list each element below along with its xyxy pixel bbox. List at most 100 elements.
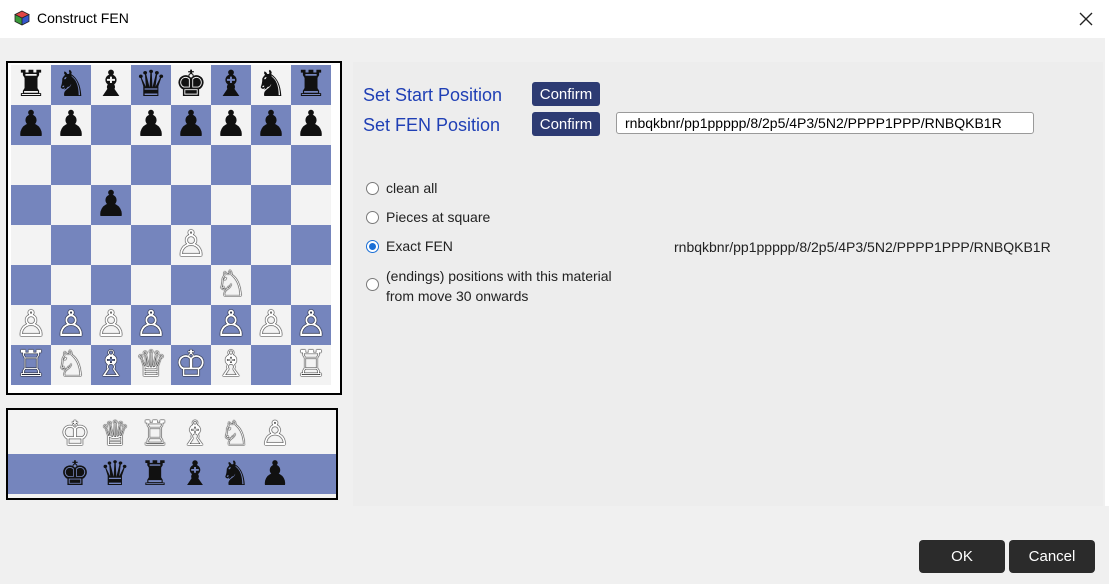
radio-button[interactable] (366, 278, 379, 291)
close-button[interactable] (1063, 0, 1109, 38)
square-a5[interactable] (11, 185, 51, 225)
white-palette-piece[interactable]: ♘ (215, 414, 255, 454)
square-b8[interactable]: ♞ (51, 65, 91, 105)
fen-input[interactable] (616, 112, 1034, 134)
square-e7[interactable]: ♟ (171, 105, 211, 145)
square-a1[interactable]: ♖ (11, 345, 51, 385)
square-g7[interactable]: ♟ (251, 105, 291, 145)
square-e1[interactable]: ♔ (171, 345, 211, 385)
square-c2[interactable]: ♙ (91, 305, 131, 345)
square-b3[interactable] (51, 265, 91, 305)
square-e4[interactable]: ♙ (171, 225, 211, 265)
square-e5[interactable] (171, 185, 211, 225)
white-piece-palette: ♔ ♕ ♖ ♗ ♘ ♙ (8, 414, 336, 454)
square-a3[interactable] (11, 265, 51, 305)
square-a4[interactable] (11, 225, 51, 265)
square-a2[interactable]: ♙ (11, 305, 51, 345)
square-f2[interactable]: ♙ (211, 305, 251, 345)
square-c8[interactable]: ♝ (91, 65, 131, 105)
square-h8[interactable]: ♜ (291, 65, 331, 105)
square-c7[interactable] (91, 105, 131, 145)
square-c4[interactable] (91, 225, 131, 265)
square-a8[interactable]: ♜ (11, 65, 51, 105)
white-palette-piece[interactable]: ♗ (175, 414, 215, 454)
square-e6[interactable] (171, 145, 211, 185)
square-a7[interactable]: ♟ (11, 105, 51, 145)
square-g6[interactable] (251, 145, 291, 185)
white-palette-piece[interactable]: ♔ (55, 414, 95, 454)
square-h6[interactable] (291, 145, 331, 185)
square-h3[interactable] (291, 265, 331, 305)
white-palette-piece[interactable]: ♕ (95, 414, 135, 454)
option-label: (endings) positions with this material f… (386, 268, 612, 304)
square-b1[interactable]: ♘ (51, 345, 91, 385)
square-g2[interactable]: ♙ (251, 305, 291, 345)
square-d6[interactable] (131, 145, 171, 185)
black-palette-piece[interactable]: ♟ (255, 454, 295, 494)
square-c6[interactable] (91, 145, 131, 185)
square-c1[interactable]: ♗ (91, 345, 131, 385)
confirm-start-button[interactable]: Confirm (532, 82, 600, 106)
cancel-button[interactable]: Cancel (1009, 540, 1095, 573)
cube-icon (14, 10, 30, 26)
black-piece-palette: ♚ ♛ ♜ ♝ ♞ ♟ (8, 454, 336, 494)
square-b2[interactable]: ♙ (51, 305, 91, 345)
square-c5[interactable]: ♟ (91, 185, 131, 225)
option-label: clean all (386, 180, 438, 196)
square-h2[interactable]: ♙ (291, 305, 331, 345)
option-label: Pieces at square (386, 209, 491, 225)
square-h5[interactable] (291, 185, 331, 225)
black-palette-piece[interactable]: ♛ (95, 454, 135, 494)
square-d8[interactable]: ♛ (131, 65, 171, 105)
radio-button[interactable] (366, 211, 379, 224)
square-b5[interactable] (51, 185, 91, 225)
confirm-fen-button[interactable]: Confirm (532, 112, 600, 136)
square-h1[interactable]: ♖ (291, 345, 331, 385)
chess-board[interactable]: ♜ ♞ ♝ ♛ ♚ ♝ ♞ ♜ ♟ ♟ ♟ ♟ ♟ ♟ ♟ ♟ ♙ ♘ ♙ ♙ ♙ ♙ ♙ ♙ ♙ ♖ ♘ ♗ ♕ ♔ ♗ ♖ (6, 61, 342, 395)
black-palette-piece[interactable]: ♚ (55, 454, 95, 494)
square-f8[interactable]: ♝ (211, 65, 251, 105)
square-c3[interactable] (91, 265, 131, 305)
option-clean-all[interactable]: clean all (366, 180, 437, 196)
option-endings-material[interactable]: (endings) positions with this material f… (366, 267, 612, 306)
square-f3[interactable]: ♘ (211, 265, 251, 305)
close-x-icon (1079, 12, 1093, 26)
square-d7[interactable]: ♟ (131, 105, 171, 145)
square-d3[interactable] (131, 265, 171, 305)
square-f7[interactable]: ♟ (211, 105, 251, 145)
square-g1[interactable] (251, 345, 291, 385)
ok-button[interactable]: OK (919, 540, 1005, 573)
square-d2[interactable]: ♙ (131, 305, 171, 345)
square-h7[interactable]: ♟ (291, 105, 331, 145)
square-e3[interactable] (171, 265, 211, 305)
black-palette-piece[interactable]: ♜ (135, 454, 175, 494)
radio-button-selected[interactable] (366, 240, 379, 253)
square-f1[interactable]: ♗ (211, 345, 251, 385)
window-edge (1105, 38, 1109, 584)
square-b4[interactable] (51, 225, 91, 265)
square-g4[interactable] (251, 225, 291, 265)
square-d5[interactable] (131, 185, 171, 225)
black-palette-piece[interactable]: ♞ (215, 454, 255, 494)
white-palette-piece[interactable]: ♙ (255, 414, 295, 454)
square-g5[interactable] (251, 185, 291, 225)
square-e8[interactable]: ♚ (171, 65, 211, 105)
square-g8[interactable]: ♞ (251, 65, 291, 105)
square-e2[interactable] (171, 305, 211, 345)
square-b7[interactable]: ♟ (51, 105, 91, 145)
square-f5[interactable] (211, 185, 251, 225)
option-pieces-at-square[interactable]: Pieces at square (366, 209, 490, 225)
square-f6[interactable] (211, 145, 251, 185)
square-h4[interactable] (291, 225, 331, 265)
white-palette-piece[interactable]: ♖ (135, 414, 175, 454)
square-f4[interactable] (211, 225, 251, 265)
square-d4[interactable] (131, 225, 171, 265)
piece-palette: ♔ ♕ ♖ ♗ ♘ ♙ ♚ ♛ ♜ ♝ ♞ ♟ (6, 408, 338, 500)
square-a6[interactable] (11, 145, 51, 185)
black-palette-piece[interactable]: ♝ (175, 454, 215, 494)
square-b6[interactable] (51, 145, 91, 185)
square-g3[interactable] (251, 265, 291, 305)
radio-button[interactable] (366, 182, 379, 195)
option-exact-fen[interactable]: Exact FEN (366, 238, 453, 254)
square-d1[interactable]: ♕ (131, 345, 171, 385)
